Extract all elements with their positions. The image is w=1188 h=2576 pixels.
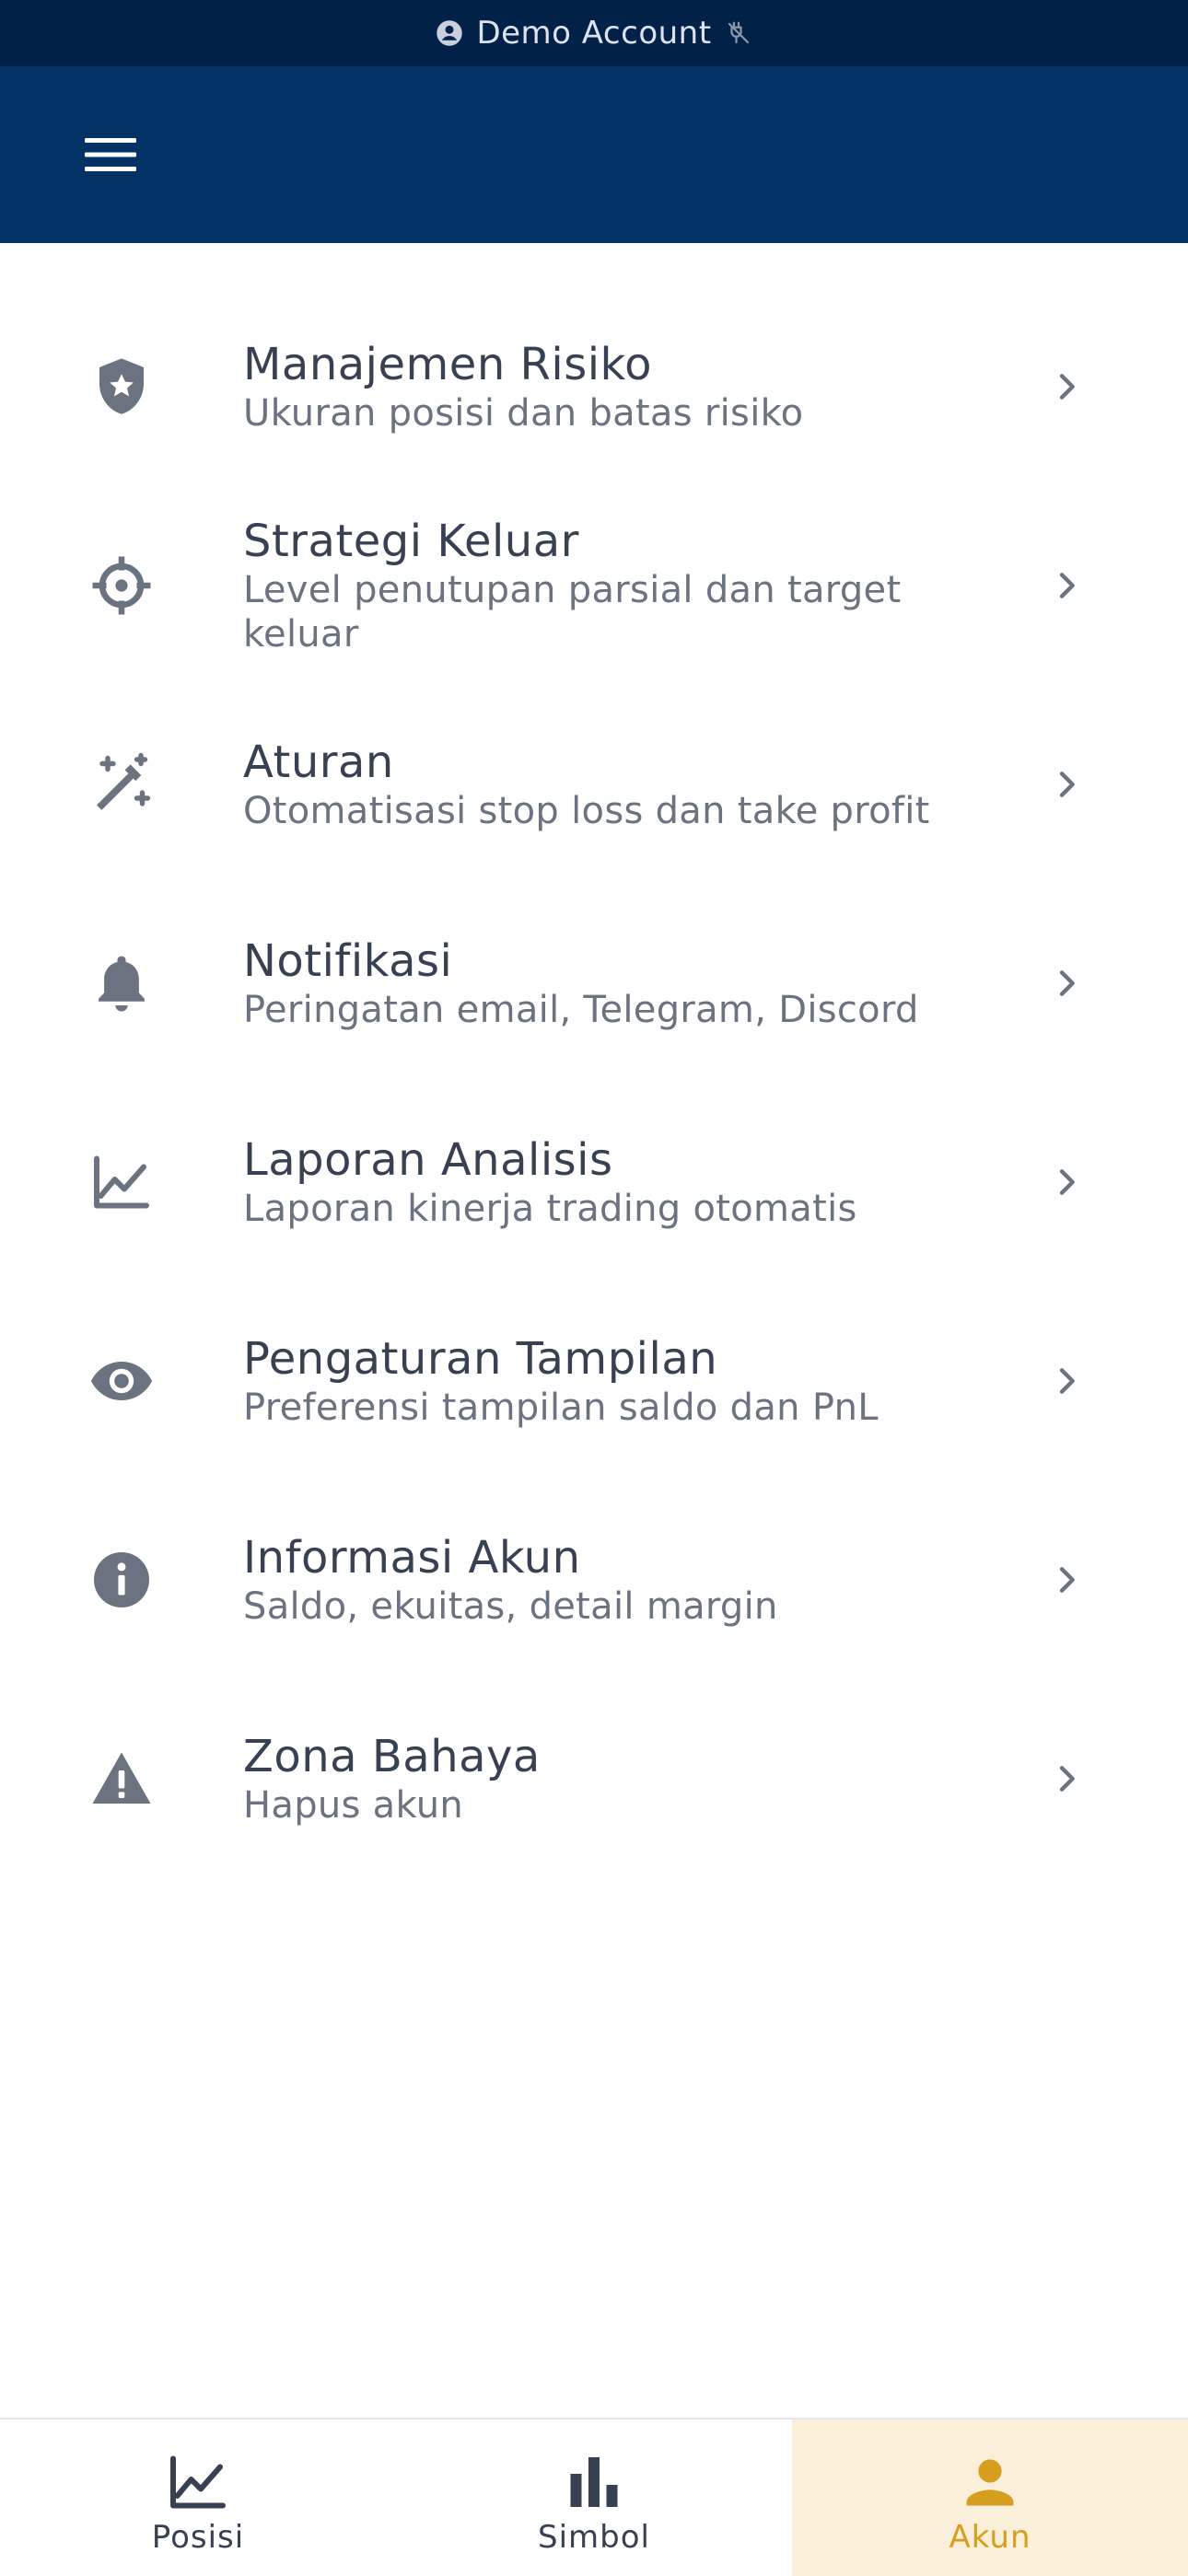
chevron-right-icon bbox=[1059, 1766, 1075, 1792]
menu-item-title: Laporan Analisis bbox=[243, 1134, 613, 1186]
chevron-right-icon bbox=[1059, 374, 1075, 400]
menu-item-title: Zona Bahaya bbox=[243, 1731, 541, 1782]
menu-item-laporan-analisis[interactable]: Laporan Analisis Laporan kinerja trading… bbox=[0, 1090, 1188, 1274]
menu-item-title: Pengaturan Tampilan bbox=[243, 1333, 718, 1385]
menu-item-title: Aturan bbox=[243, 737, 394, 788]
eye-icon bbox=[91, 1362, 152, 1400]
bell-icon bbox=[99, 956, 145, 1012]
tab-label: Simbol bbox=[538, 2519, 650, 2556]
menu-item-strategi-keluar[interactable]: Strategi Keluar Level penutupan parsial … bbox=[0, 493, 1188, 678]
line-chart-icon bbox=[170, 2455, 226, 2509]
menu-item-subtitle: Otomatisasi stop loss dan take profit bbox=[243, 790, 930, 832]
menu-item-subtitle: Level penutupan parsial dan target kelua… bbox=[243, 569, 902, 656]
magic-wand-icon bbox=[97, 752, 151, 810]
bottom-navigation: Posisi Simbol Akun bbox=[0, 2418, 1188, 2576]
chevron-right-icon bbox=[1059, 1169, 1075, 1195]
chevron-right-icon bbox=[1059, 1368, 1075, 1394]
tab-posisi[interactable]: Posisi bbox=[0, 2419, 396, 2576]
menu-item-subtitle: Ukuran posisi dan batas risiko bbox=[243, 392, 804, 435]
menu-item-subtitle: Peringatan email, Telegram, Discord bbox=[243, 989, 919, 1031]
tab-akun[interactable]: Akun bbox=[792, 2419, 1188, 2576]
menu-item-title: Manajemen Risiko bbox=[243, 339, 652, 390]
menu-item-subtitle: Saldo, ekuitas, detail margin bbox=[243, 1585, 778, 1628]
bar-chart-icon bbox=[570, 2457, 618, 2507]
menu-item-subtitle: Hapus akun bbox=[243, 1784, 464, 1827]
chevron-right-icon bbox=[1059, 772, 1075, 797]
tab-label: Akun bbox=[949, 2519, 1031, 2556]
chevron-right-icon bbox=[1059, 573, 1075, 598]
menu-item-subtitle: Preferensi tampilan saldo dan PnL bbox=[243, 1387, 879, 1429]
menu-item-pengaturan-tampilan[interactable]: Pengaturan Tampilan Preferensi tampilan … bbox=[0, 1289, 1188, 1473]
menu-item-subtitle: Laporan kinerja trading otomatis bbox=[243, 1188, 857, 1230]
menu-item-title: Strategi Keluar bbox=[243, 516, 579, 567]
chevron-right-icon bbox=[1059, 970, 1075, 996]
tab-label: Posisi bbox=[151, 2519, 245, 2556]
menu-button[interactable] bbox=[74, 125, 147, 184]
account-label: Demo Account bbox=[476, 15, 712, 52]
line-chart-icon bbox=[94, 1155, 149, 1209]
disconnected-plug-icon bbox=[728, 21, 749, 44]
person-icon bbox=[966, 2459, 1014, 2506]
menu-item-manajemen-risiko[interactable]: Manajemen Risiko Ukuran posisi dan batas… bbox=[0, 295, 1188, 479]
menu-item-zona-bahaya[interactable]: Zona Bahaya Hapus akun bbox=[0, 1687, 1188, 1871]
menu-item-title: Informasi Akun bbox=[243, 1532, 581, 1584]
hamburger-menu-icon bbox=[85, 138, 136, 171]
shield-star-icon bbox=[99, 358, 144, 414]
info-icon bbox=[94, 1552, 149, 1607]
menu-item-informasi-akun[interactable]: Informasi Akun Saldo, ekuitas, detail ma… bbox=[0, 1488, 1188, 1672]
account-circle-icon bbox=[437, 20, 463, 46]
menu-item-notifikasi[interactable]: Notifikasi Peringatan email, Telegram, D… bbox=[0, 891, 1188, 1075]
app-bar bbox=[0, 66, 1188, 243]
menu-item-title: Notifikasi bbox=[243, 935, 453, 987]
status-bar: Demo Account bbox=[0, 0, 1188, 66]
crosshair-icon bbox=[92, 556, 151, 615]
chevron-right-icon bbox=[1059, 1567, 1075, 1593]
warning-icon bbox=[92, 1752, 151, 1804]
menu-item-aturan[interactable]: Aturan Otomatisasi stop loss dan take pr… bbox=[0, 692, 1188, 876]
tab-simbol[interactable]: Simbol bbox=[396, 2419, 792, 2576]
